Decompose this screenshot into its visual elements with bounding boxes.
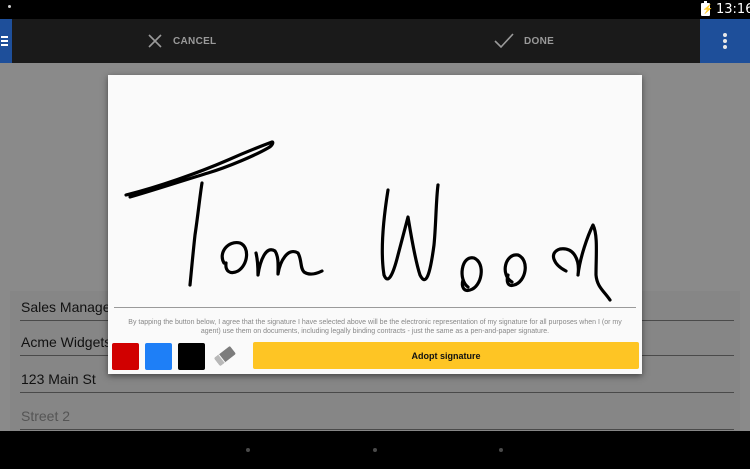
- back-icon[interactable]: [246, 448, 250, 452]
- home-icon[interactable]: [373, 448, 377, 452]
- black-color-button[interactable]: [178, 343, 205, 370]
- close-icon: [148, 34, 162, 48]
- agreement-text: By tapping the button below, I agree tha…: [128, 319, 622, 335]
- app-screen: CANCEL DONE Sales Manager Acme Widgets 1…: [0, 19, 750, 431]
- action-bar: CANCEL DONE: [0, 19, 750, 63]
- street-field-value: 123 Main St: [21, 371, 96, 387]
- cancel-button[interactable]: CANCEL: [147, 19, 216, 63]
- cancel-label: CANCEL: [173, 35, 217, 47]
- blue-color-button[interactable]: [145, 343, 172, 370]
- status-time: 13:16: [716, 2, 750, 17]
- menu-icon[interactable]: [0, 19, 12, 63]
- signature-drawing: [124, 140, 612, 302]
- adopt-signature-button[interactable]: Adopt signature: [253, 342, 639, 369]
- company-field-value: Acme Widgets: [21, 334, 112, 350]
- done-button[interactable]: DONE: [494, 19, 554, 63]
- red-color-button[interactable]: [112, 343, 139, 370]
- signature-canvas[interactable]: [108, 75, 642, 307]
- status-bar: 13:16: [0, 0, 750, 19]
- signature-dialog: By tapping the button below, I agree tha…: [108, 75, 642, 374]
- check-icon: [494, 33, 514, 49]
- title-field-value: Sales Manager: [21, 299, 116, 315]
- overflow-menu-icon[interactable]: [700, 19, 750, 63]
- signature-divider: [114, 307, 636, 308]
- street2-field-placeholder: Street 2: [21, 408, 71, 424]
- eraser-icon[interactable]: [212, 345, 238, 367]
- navigation-bar: [0, 431, 750, 469]
- done-label: DONE: [524, 35, 555, 47]
- recents-icon[interactable]: [499, 448, 503, 452]
- notification-dot: [8, 5, 11, 8]
- street2-field[interactable]: Street 2: [20, 402, 734, 430]
- battery-charging-icon: [701, 1, 713, 16]
